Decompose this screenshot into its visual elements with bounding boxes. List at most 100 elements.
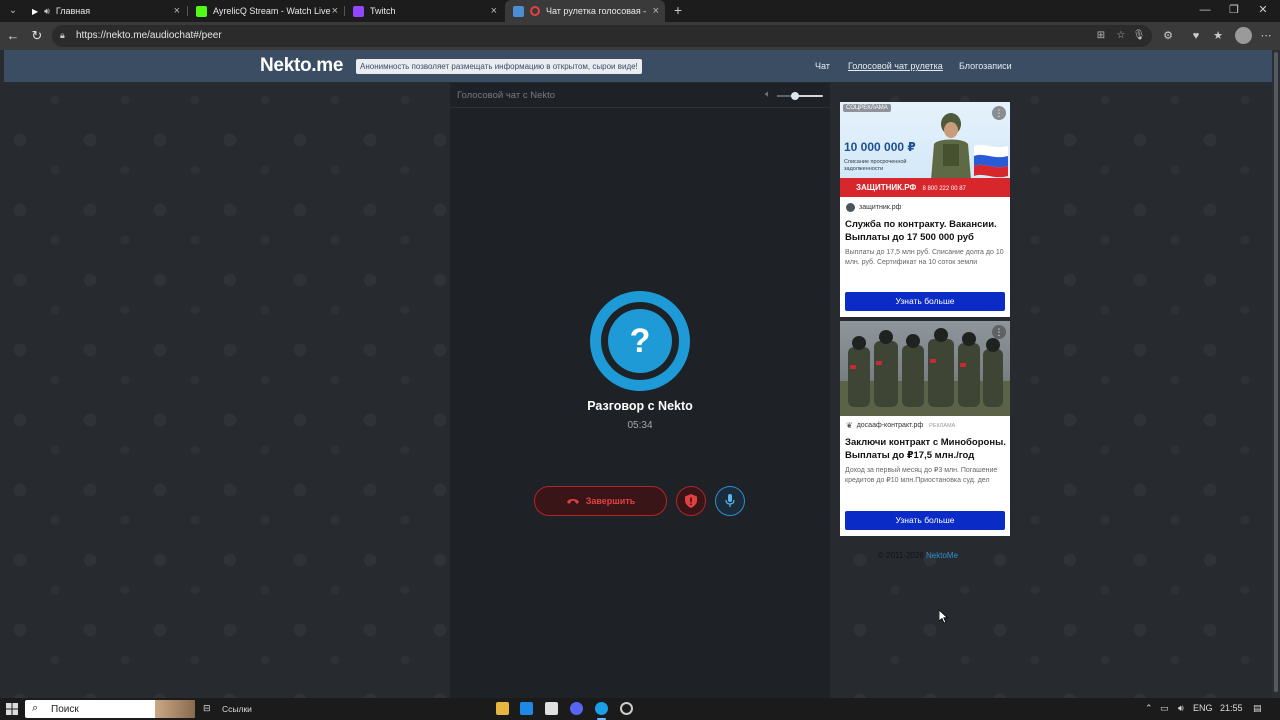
conversation-title: Разговор с Nekto: [587, 399, 693, 413]
tab-twitch[interactable]: Twitch ×: [345, 0, 503, 22]
ad-banner-brand: ЗАЩИТНИК.РФ: [856, 183, 917, 192]
copyright-text: © 2011-2026: [878, 551, 924, 560]
ad-label: РЕКЛАМА: [929, 422, 956, 429]
soldiers-group-photo: [840, 328, 1010, 416]
restore-icon[interactable]: ❐: [1219, 2, 1249, 18]
microphone-button[interactable]: [715, 486, 745, 516]
back-arrow-icon[interactable]: ←: [5, 28, 21, 44]
close-tab-icon[interactable]: ×: [491, 5, 497, 17]
ad-learn-more-button[interactable]: Узнать больше: [845, 292, 1005, 311]
file-explorer-icon[interactable]: [496, 702, 509, 715]
call-timer: 05:34: [627, 420, 653, 431]
twitch-favicon-icon: [353, 5, 364, 17]
language-indicator[interactable]: ENG: [1193, 703, 1213, 713]
ad-options-icon[interactable]: ⋮: [992, 325, 1006, 339]
widgets-label[interactable]: Ссылки: [222, 704, 252, 714]
app-circle-icon[interactable]: [620, 702, 633, 715]
ad-card-dosaaf[interactable]: ⋮ ❦ досааф-контракт.рф РЕКЛАМА Заключи к…: [840, 321, 1010, 536]
taskbar-search[interactable]: ⌕ Поиск: [25, 700, 195, 718]
volume-tray-icon[interactable]: 🔊︎: [1178, 703, 1184, 714]
shield-icon: [685, 494, 697, 508]
search-icon: ⌕: [32, 702, 39, 714]
close-tab-icon[interactable]: ×: [332, 5, 338, 17]
kick-favicon-icon: [196, 5, 207, 17]
nav-link-blog[interactable]: Блогозаписи: [959, 61, 1012, 71]
ad-options-icon[interactable]: ⋮: [992, 106, 1006, 120]
tab-title: Главная: [55, 6, 91, 16]
footer-link-nektome[interactable]: NektoMe: [926, 551, 958, 560]
browser-essentials-icon[interactable]: ♥: [1188, 28, 1204, 44]
widgets-icon[interactable]: ⊟: [203, 703, 211, 714]
ad-headline[interactable]: Заключи контракт с Минобороны. Выплаты д…: [845, 436, 1007, 462]
ad-source-logo-icon: [846, 203, 855, 212]
profile-avatar[interactable]: [1235, 27, 1252, 44]
nekto-favicon-icon: [513, 5, 524, 17]
extensions-icon[interactable]: ⚙: [1160, 28, 1176, 44]
ad-banner-image[interactable]: СОЦРЕКЛАМА ⋮ 10 000 000 ₽ Списание проср…: [840, 102, 1010, 197]
ad-body: Выплаты до 17,5 млн руб. Списание долга …: [845, 249, 1004, 266]
volume-slider-knob[interactable]: [791, 92, 800, 100]
tab-nekto[interactable]: Чат рулетка голосовая — N ×: [505, 0, 665, 22]
tab-list-chevron-icon[interactable]: ⌄: [4, 3, 22, 19]
ad-source[interactable]: защитник.рф: [846, 203, 901, 212]
microphone-access-icon[interactable]: 🎙︎: [1132, 29, 1146, 43]
ad-source-domain: защитник.рф: [859, 204, 902, 211]
minimize-icon[interactable]: —: [1190, 2, 1220, 18]
address-field[interactable]: 🔒︎ https://nekto.me/audiochat#/peer ⊞ ☆ …: [52, 25, 1152, 47]
browser-toolbar: ← ↻ 🔒︎ https://nekto.me/audiochat#/peer …: [0, 22, 1280, 50]
page-scrollbar[interactable]: [1272, 50, 1280, 698]
voice-chat-panel: Голосовой чат с Nekto 🔈︎ ? Разговор с Ne…: [450, 83, 830, 698]
volume-slider[interactable]: [777, 92, 823, 100]
favorite-star-icon[interactable]: ☆: [1114, 29, 1128, 43]
ad-headline[interactable]: Служба по контракту. Вакансии. Выплаты д…: [845, 218, 1007, 244]
more-menu-icon[interactable]: ⋯: [1258, 28, 1274, 44]
close-tab-icon[interactable]: ×: [174, 5, 180, 17]
tab-ayrelicq[interactable]: AyrelicQ Stream - Watch Live on K ×: [188, 0, 344, 22]
tab-glavnaya[interactable]: ▶ 🔊︎ Главная ×: [24, 0, 186, 22]
windows-start-icon[interactable]: [6, 703, 18, 715]
browser-tab-bar: ⌄ ▶ 🔊︎ Главная × AyrelicQ Stream - Watch…: [0, 0, 1280, 22]
ad-learn-more-button[interactable]: Узнать больше: [845, 511, 1005, 530]
search-highlight-image: [155, 700, 195, 718]
windows-taskbar: ⌕ Поиск ⊟ Ссылки ⌃ ▭ 🔊︎ ENG 21:55 ▤: [0, 698, 1280, 720]
ad-banner-amount: 10 000 000 ₽: [844, 140, 916, 154]
chat-panel-title: Голосовой чат с Nekto: [457, 90, 556, 101]
end-call-button[interactable]: Завершить: [534, 486, 667, 516]
question-mark-icon: ?: [608, 309, 672, 373]
clock-time[interactable]: 21:55: [1220, 703, 1243, 713]
scrollbar-thumb[interactable]: [1274, 52, 1278, 692]
network-icon[interactable]: ▭: [1160, 703, 1169, 714]
discord-icon[interactable]: [570, 702, 583, 715]
volume-icon[interactable]: 🔈︎: [765, 89, 771, 100]
speaker-icon[interactable]: 🔊︎: [44, 6, 50, 17]
close-tab-icon[interactable]: ×: [653, 5, 659, 17]
ad-body: Доход за первый месяц до ₽3 млн. Погашен…: [845, 467, 998, 484]
ad-source[interactable]: ❦ досааф-контракт.рф РЕКЛАМА: [846, 421, 955, 430]
app-install-icon[interactable]: ⊞: [1094, 29, 1108, 43]
favorites-icon[interactable]: ★: [1210, 28, 1226, 44]
ad-source-domain: досааф-контракт.рф: [856, 422, 924, 429]
ad-source-emblem-icon: ❦: [846, 421, 853, 430]
soldier-illustration: [931, 113, 971, 180]
nav-link-voice-chat[interactable]: Голосовой чат рулетка: [848, 61, 943, 71]
reload-icon[interactable]: ↻: [29, 28, 45, 44]
ad-badge: СОЦРЕКЛАМА: [843, 104, 891, 112]
nav-link-chat[interactable]: Чат: [815, 61, 830, 71]
calculator-icon[interactable]: [545, 702, 558, 715]
ad-banner-photo[interactable]: ⋮: [840, 321, 1010, 416]
url-text[interactable]: https://nekto.me/audiochat#/peer: [76, 30, 222, 41]
report-button[interactable]: [676, 486, 706, 516]
edge-browser-icon[interactable]: [595, 702, 608, 720]
site-logo[interactable]: Nekto.me: [260, 55, 343, 77]
tray-chevron-icon[interactable]: ⌃: [1145, 703, 1153, 714]
lock-icon[interactable]: 🔒︎: [60, 30, 70, 41]
ad-card-zashchitnik[interactable]: СОЦРЕКЛАМА ⋮ 10 000 000 ₽ Списание проср…: [840, 102, 1010, 317]
ad-banner-brand-bar: ЗАЩИТНИК.РФ 8 800 222 00 87: [840, 178, 1010, 197]
store-icon[interactable]: [520, 702, 533, 715]
close-window-icon[interactable]: ✕: [1248, 2, 1278, 18]
notifications-icon[interactable]: ▤: [1253, 703, 1262, 714]
hang-up-phone-icon: [566, 499, 579, 504]
microphone-icon: [725, 494, 735, 507]
recording-icon: [530, 6, 540, 16]
new-tab-plus-icon[interactable]: +: [670, 2, 686, 18]
